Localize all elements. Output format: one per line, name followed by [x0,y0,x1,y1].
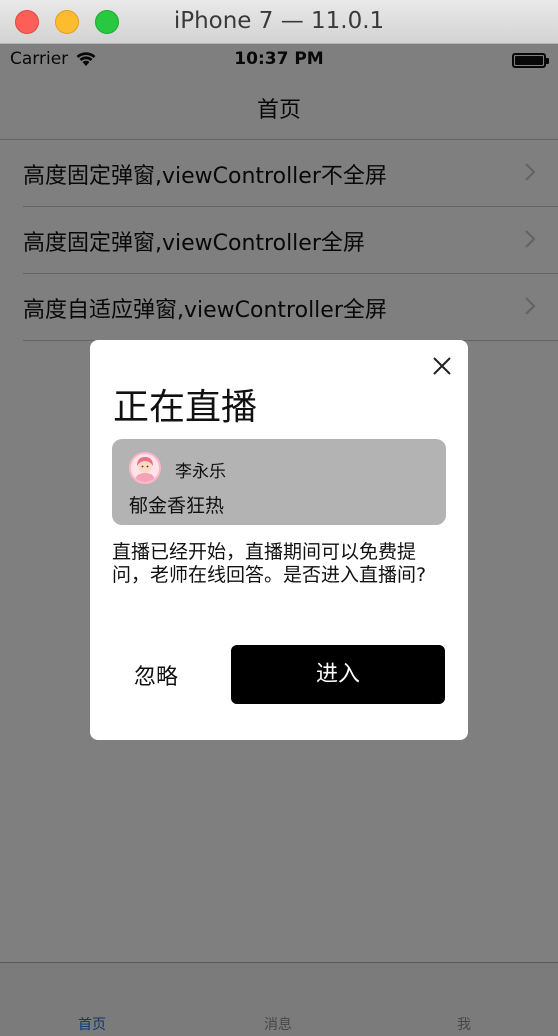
window-title: iPhone 7 — 11.0.1 [173,8,385,34]
alert-message: 直播已经开始，直播期间可以免费提问，老师在线回答。是否进入直播间? [112,541,427,586]
avatar-icon [129,452,161,484]
ignore-button[interactable]: 忽略 [134,659,178,691]
alert-title: 正在直播 [113,387,258,428]
live-topic: 郁金香狂热 [129,495,225,517]
close-icon[interactable] [430,354,454,378]
live-alert-dialog: 正在直播 李永乐 郁金香狂热 直播已经开始，直播期间可以免费提问，老师在线回答。… [90,340,468,740]
anchor-card: 李永乐 郁金香狂热 [112,439,446,525]
simulator-titlebar: iPhone 7 — 11.0.1 [0,0,558,44]
anchor-name: 李永乐 [175,462,226,482]
enter-button[interactable]: 进入 [231,645,445,704]
device-screen: Carrier 10:37 PM 首页 高度固定弹窗,viewControlle… [0,44,558,1036]
